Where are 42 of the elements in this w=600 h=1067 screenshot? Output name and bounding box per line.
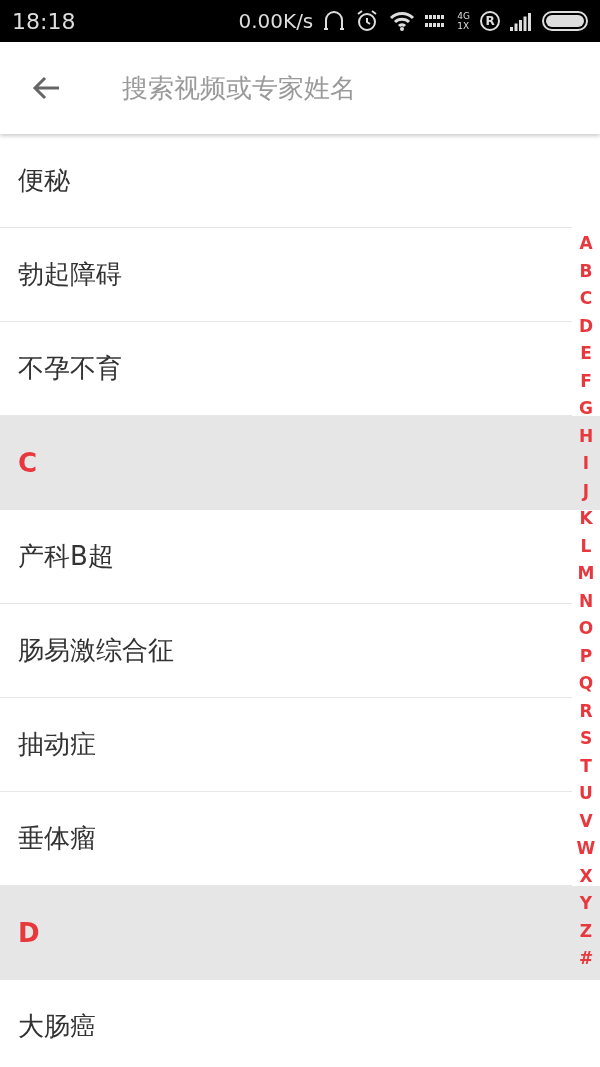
back-arrow-icon (32, 76, 60, 100)
index-letter[interactable]: # (578, 945, 594, 973)
index-letter[interactable]: P (579, 642, 593, 670)
index-letter[interactable]: D (578, 312, 594, 340)
index-letter[interactable]: Y (579, 890, 593, 918)
signal-icon (510, 11, 532, 31)
network-speed: 0.00K/s (238, 9, 314, 33)
headphones-icon (323, 9, 346, 33)
list-item[interactable]: 产科B超 (0, 510, 572, 604)
index-letter[interactable]: C (579, 285, 593, 313)
index-letter[interactable]: H (578, 422, 594, 450)
index-letter[interactable]: E (580, 340, 592, 368)
list-item[interactable]: 大肠癌 (0, 980, 572, 1067)
index-letter[interactable]: N (578, 587, 594, 615)
index-letter[interactable]: J (582, 477, 590, 505)
index-letter[interactable]: Z (579, 917, 593, 945)
index-letter[interactable]: X (579, 862, 593, 890)
index-letter[interactable]: A (579, 230, 593, 258)
index-letter[interactable]: U (579, 780, 593, 808)
list-item[interactable]: 勃起障碍 (0, 228, 572, 322)
index-letter[interactable]: V (579, 807, 593, 835)
wifi-icon (389, 11, 416, 31)
list-item[interactable]: 便秘 (0, 134, 572, 228)
battery-icon (542, 11, 588, 31)
roaming-indicator: R (480, 11, 500, 31)
index-letter[interactable]: S (579, 725, 593, 753)
index-letter[interactable]: Q (578, 670, 594, 698)
network-type: 4G 1X (457, 11, 470, 31)
index-letter[interactable]: F (580, 367, 592, 395)
clock: 18:18 (12, 8, 77, 34)
index-letter[interactable]: L (580, 532, 592, 560)
index-letter[interactable]: G (579, 395, 593, 423)
index-letter[interactable]: K (579, 505, 593, 533)
list-item[interactable]: 抽动症 (0, 698, 572, 792)
index-letter[interactable]: W (576, 835, 596, 863)
index-letter[interactable]: B (579, 257, 593, 285)
index-letter[interactable]: M (577, 560, 595, 588)
list-item[interactable]: 肠易激综合征 (0, 604, 572, 698)
index-letter[interactable]: R (579, 697, 593, 725)
index-letter[interactable]: O (578, 615, 594, 643)
index-letter[interactable]: T (580, 752, 592, 780)
index-letter[interactable]: I (582, 450, 590, 478)
